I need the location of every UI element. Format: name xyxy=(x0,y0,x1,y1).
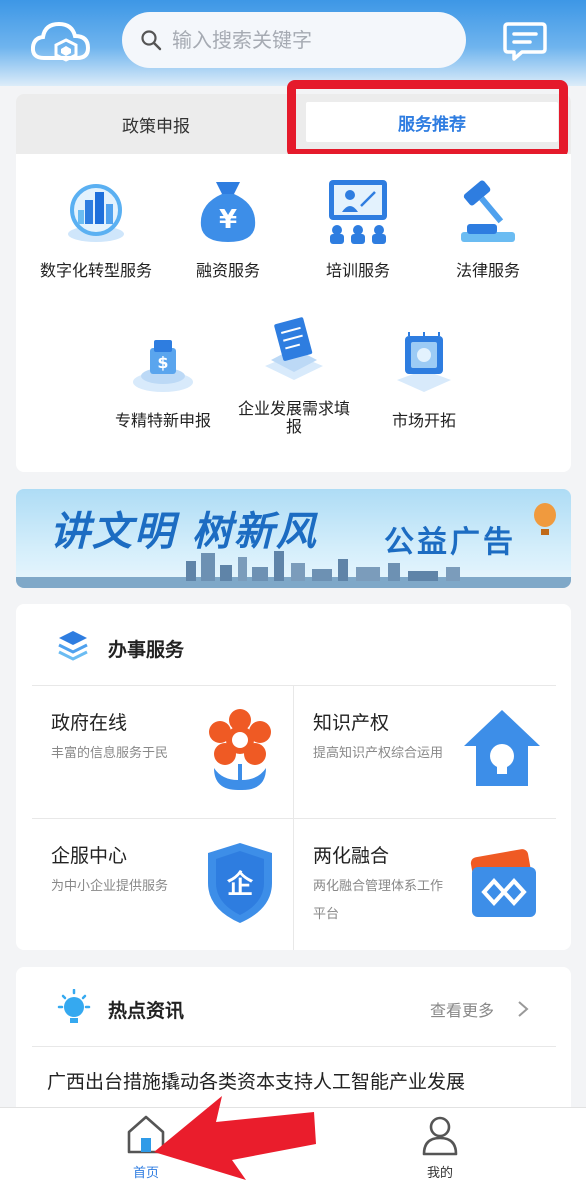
lightbulb-icon xyxy=(57,989,91,1023)
service-enterprise-demand[interactable]: 企业发展需求填报 xyxy=(224,314,364,436)
training-icon xyxy=(329,180,387,244)
service-label: 市场开拓 xyxy=(391,411,456,430)
service-gov-online[interactable]: 政府在线 丰富的信息服务于民 xyxy=(32,686,293,818)
service-grid: 数字化转型服务 ¥ 融资服务 培训服务 法律服务 $ 专精特新申报 企业发展需求… xyxy=(16,154,571,472)
nav-label: 我的 xyxy=(426,1166,453,1181)
public-ad-banner[interactable]: 讲文明 树新风 公益广告 xyxy=(16,489,571,588)
service-market-expansion[interactable]: 市场开拓 xyxy=(354,326,494,430)
banner-slogan: 讲文明 树新风 xyxy=(50,508,318,555)
house-bulb-icon xyxy=(464,710,540,786)
market-chip-icon xyxy=(397,332,451,392)
service-label: 法律服务 xyxy=(455,261,520,280)
office-title: 办事服务 xyxy=(108,639,185,661)
service-label: 企业发展需求填报 xyxy=(237,399,350,436)
svg-text:¥: ¥ xyxy=(219,205,237,235)
document-form-icon xyxy=(265,317,323,380)
tab-label: 政策申报 xyxy=(122,116,190,137)
cell-title: 知识产权 xyxy=(313,712,390,734)
view-more-link[interactable]: 查看更多 xyxy=(430,997,529,1021)
balloon-icon xyxy=(534,503,556,535)
news-title: 热点资讯 xyxy=(108,1000,185,1022)
cell-title: 政府在线 xyxy=(51,712,128,734)
nav-mine[interactable]: 我的 xyxy=(380,1114,500,1181)
dollar-platform-icon: $ xyxy=(133,340,193,392)
service-specialized-application[interactable]: $ 专精特新申报 xyxy=(93,326,233,430)
service-label: 数字化转型服务 xyxy=(39,261,152,280)
city-icon xyxy=(68,184,124,242)
cell-desc: 提高知识产权综合运用 xyxy=(313,746,444,761)
service-training[interactable]: 培训服务 xyxy=(288,176,428,280)
cell-desc: 丰富的信息服务于民 xyxy=(51,746,169,761)
service-digital-transformation[interactable]: 数字化转型服务 xyxy=(26,176,166,280)
service-label: 融资服务 xyxy=(195,261,260,280)
search-icon xyxy=(141,30,162,51)
shield-enterprise-icon: 企 xyxy=(208,843,272,923)
header-bar xyxy=(0,0,586,86)
red-arrow-annotation xyxy=(154,1096,316,1180)
view-more-label: 查看更多 xyxy=(430,1001,495,1020)
banner-tag: 公益广告 xyxy=(384,525,516,560)
service-label: 专精特新申报 xyxy=(114,411,211,430)
flower-icon xyxy=(209,709,271,790)
search-bar[interactable] xyxy=(122,12,466,68)
cell-desc: 为中小企业提供服务 xyxy=(51,879,169,894)
gavel-icon xyxy=(461,180,515,242)
cloud-logo-icon xyxy=(30,21,91,62)
office-services-panel: 办事服务 政府在线 丰富的信息服务于民 知识产权 提高知识产权综合运用 企服中心… xyxy=(16,604,571,950)
chevron-right-icon xyxy=(518,1001,529,1017)
layers-icon xyxy=(58,631,88,661)
cell-title: 企服中心 xyxy=(51,845,128,867)
money-bag-icon: ¥ xyxy=(200,182,256,242)
service-label: 培训服务 xyxy=(325,261,390,280)
svg-text:企: 企 xyxy=(227,869,254,900)
cell-desc: 两化融合管理体系工作平台 xyxy=(313,879,444,922)
service-legal[interactable]: 法律服务 xyxy=(418,176,558,280)
service-intellectual-property[interactable]: 知识产权 提高知识产权综合运用 xyxy=(294,686,555,818)
svg-text:$: $ xyxy=(157,353,168,372)
divider xyxy=(32,1046,556,1047)
highlight-box xyxy=(287,80,568,158)
message-icon[interactable] xyxy=(502,20,548,62)
tab-policy-application[interactable]: 政策申报 xyxy=(16,94,296,154)
cell-title: 两化融合 xyxy=(313,845,390,867)
service-financing[interactable]: ¥ 融资服务 xyxy=(158,176,298,280)
search-input[interactable] xyxy=(172,28,442,52)
user-icon xyxy=(422,1116,458,1156)
service-two-integration[interactable]: 两化融合 两化融合管理体系工作平台 xyxy=(294,819,555,951)
service-enterprise-center[interactable]: 企服中心 为中小企业提供服务 企 xyxy=(32,819,293,951)
integration-card-icon xyxy=(470,849,536,917)
